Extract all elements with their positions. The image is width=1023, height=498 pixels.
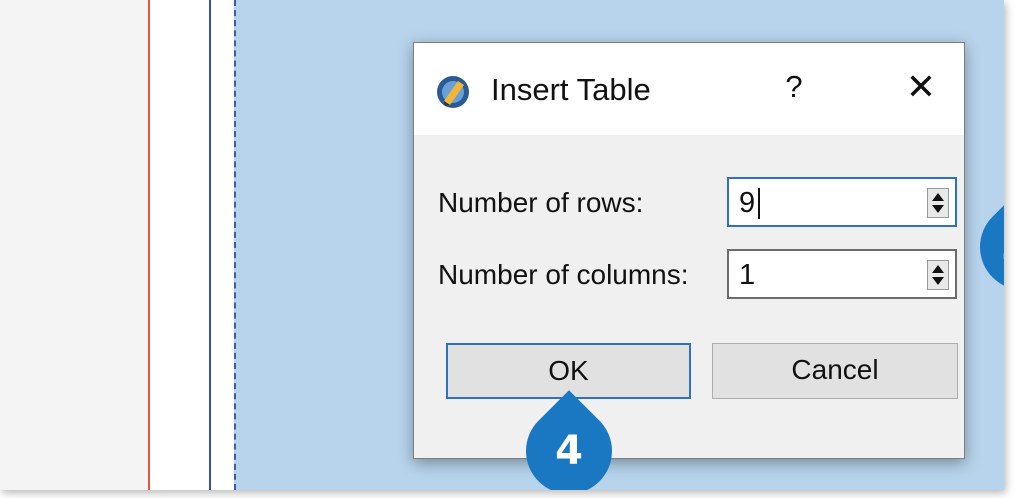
close-button[interactable]: ✕ [904,65,938,109]
columns-spin-arrows[interactable] [927,260,949,290]
page-strip [150,0,234,490]
spin-up-icon[interactable] [932,265,944,273]
writer-app-icon [436,75,470,109]
rows-spinbox[interactable]: 9 [727,177,957,227]
cancel-button[interactable]: Cancel [712,343,958,399]
margin-red-line [148,0,150,490]
spin-up-icon[interactable] [932,193,944,201]
margin-blue-line [209,0,211,490]
help-button[interactable]: ? [779,65,809,109]
columns-value[interactable]: 1 [739,259,755,292]
rows-label: Number of rows: [438,187,644,218]
rows-value[interactable]: 9 [739,187,755,220]
text-caret [758,188,760,219]
callout-number-3: 3 [985,224,1004,270]
dialog-titlebar: Insert Table ? ✕ [414,43,964,135]
spin-down-icon[interactable] [932,205,944,213]
columns-spinbox[interactable]: 1 [727,249,957,299]
document-background: Insert Table ? ✕ Number of rows: 9 Numbe… [0,0,1004,490]
page-margin-area [0,0,150,490]
columns-label: Number of columns: [438,259,689,290]
callout-number-4: 4 [555,428,583,474]
page-dashed-boundary [234,0,236,490]
spin-down-icon[interactable] [932,277,944,285]
rows-spin-arrows[interactable] [927,188,949,218]
dialog-title: Insert Table [491,72,651,107]
insert-table-dialog: Insert Table ? ✕ Number of rows: 9 Numbe… [413,42,965,459]
